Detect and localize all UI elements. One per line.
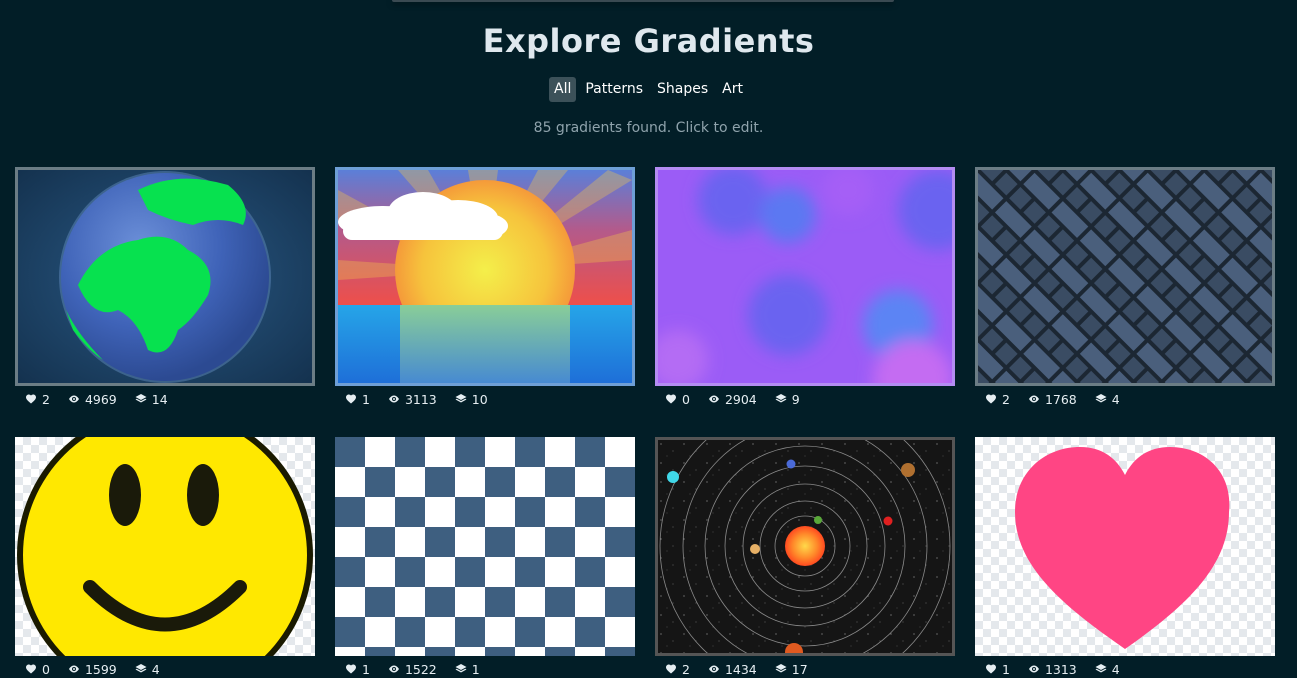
layers-icon — [1095, 394, 1107, 403]
heart-icon — [346, 394, 356, 404]
eye-icon — [68, 665, 79, 673]
gradient-card-smiley[interactable]: 0 1599 4 — [15, 437, 315, 677]
layers-icon — [455, 394, 467, 403]
filter-shapes[interactable]: Shapes — [652, 77, 713, 102]
likes-stat: 2 — [665, 662, 690, 677]
page-title: Explore Gradients — [482, 22, 815, 60]
card-stats: 1 1313 4 — [975, 661, 1275, 677]
filter-art[interactable]: Art — [717, 77, 748, 102]
views-stat: 1768 — [1028, 392, 1077, 407]
layers-icon — [1095, 664, 1107, 673]
likes-stat: 0 — [25, 662, 50, 677]
gradient-thumbnail-weave[interactable] — [975, 167, 1275, 386]
views-stat: 1599 — [68, 662, 117, 677]
earth-image — [18, 170, 312, 383]
layers-icon — [135, 394, 147, 403]
layers-stat: 10 — [455, 392, 488, 407]
likes-stat: 1 — [345, 662, 370, 677]
eye-icon — [1028, 395, 1039, 403]
gradient-thumbnail-checkerboard[interactable] — [335, 437, 635, 656]
card-stats: 1 3113 10 — [335, 391, 635, 407]
card-stats: 2 4969 14 — [15, 391, 315, 407]
likes-stat: 2 — [985, 392, 1010, 407]
gradient-thumbnail-earth[interactable] — [15, 167, 315, 386]
heart-icon — [986, 664, 996, 674]
gradient-card-weave[interactable]: 2 1768 4 — [975, 167, 1275, 407]
views-stat: 1522 — [388, 662, 437, 677]
eye-icon — [1028, 665, 1039, 673]
smiley-image — [17, 437, 313, 656]
likes-stat: 2 — [25, 392, 50, 407]
layers-stat: 1 — [455, 662, 480, 677]
heart-icon — [26, 394, 36, 404]
layers-icon — [135, 664, 147, 673]
filter-all[interactable]: All — [549, 77, 577, 102]
heart-icon — [986, 394, 996, 404]
likes-stat: 1 — [345, 392, 370, 407]
weave-image — [978, 170, 1272, 383]
gradient-thumbnail-sunset[interactable] — [335, 167, 635, 386]
card-stats: 1 1522 1 — [335, 661, 635, 677]
views-stat: 1313 — [1028, 662, 1077, 677]
gradient-card-solar-system[interactable]: 2 1434 17 — [655, 437, 955, 677]
gradient-card-checkerboard[interactable]: 1 1522 1 — [335, 437, 635, 677]
sunset-image — [338, 170, 632, 383]
heart-image — [1015, 447, 1230, 649]
eye-icon — [708, 395, 719, 403]
gradient-card-bokeh[interactable]: 0 2904 9 — [655, 167, 955, 407]
gradient-thumbnail-bokeh[interactable] — [655, 167, 955, 386]
gradient-thumbnail-solar-system[interactable] — [655, 437, 955, 656]
likes-stat: 0 — [665, 392, 690, 407]
card-stats: 2 1768 4 — [975, 391, 1275, 407]
eye-icon — [388, 395, 399, 403]
heart-icon — [26, 664, 36, 674]
views-stat: 3113 — [388, 392, 437, 407]
layers-stat: 17 — [775, 662, 808, 677]
gradient-thumbnail-smiley[interactable] — [15, 437, 315, 656]
gradient-card-sunset[interactable]: 1 3113 10 — [335, 167, 635, 407]
gradient-card-earth[interactable]: 2 4969 14 — [15, 167, 315, 407]
heart-icon — [666, 664, 676, 674]
top-bar — [392, 0, 894, 2]
card-stats: 0 1599 4 — [15, 661, 315, 677]
filter-tabs: All Patterns Shapes Art — [0, 77, 1297, 102]
gradient-card-heart[interactable]: 1 1313 4 — [975, 437, 1275, 677]
views-stat: 2904 — [708, 392, 757, 407]
gradient-thumbnail-heart[interactable] — [975, 437, 1275, 656]
views-stat: 1434 — [708, 662, 757, 677]
solar-system-image — [658, 440, 952, 653]
eye-icon — [388, 665, 399, 673]
heart-icon — [666, 394, 676, 404]
views-stat: 4969 — [68, 392, 117, 407]
checkerboard-image — [335, 437, 635, 656]
layers-stat: 4 — [1095, 662, 1120, 677]
layers-icon — [775, 664, 787, 673]
heart-icon — [346, 664, 356, 674]
filter-patterns[interactable]: Patterns — [580, 77, 648, 102]
layers-icon — [775, 394, 787, 403]
layers-icon — [455, 664, 467, 673]
layers-stat: 9 — [775, 392, 800, 407]
card-stats: 2 1434 17 — [655, 661, 955, 677]
card-stats: 0 2904 9 — [655, 391, 955, 407]
layers-stat: 4 — [135, 662, 160, 677]
likes-stat: 1 — [985, 662, 1010, 677]
eye-icon — [708, 665, 719, 673]
eye-icon — [68, 395, 79, 403]
results-count: 85 gradients found. Click to edit. — [533, 120, 764, 136]
layers-stat: 14 — [135, 392, 168, 407]
layers-stat: 4 — [1095, 392, 1120, 407]
bokeh-image — [658, 170, 952, 383]
